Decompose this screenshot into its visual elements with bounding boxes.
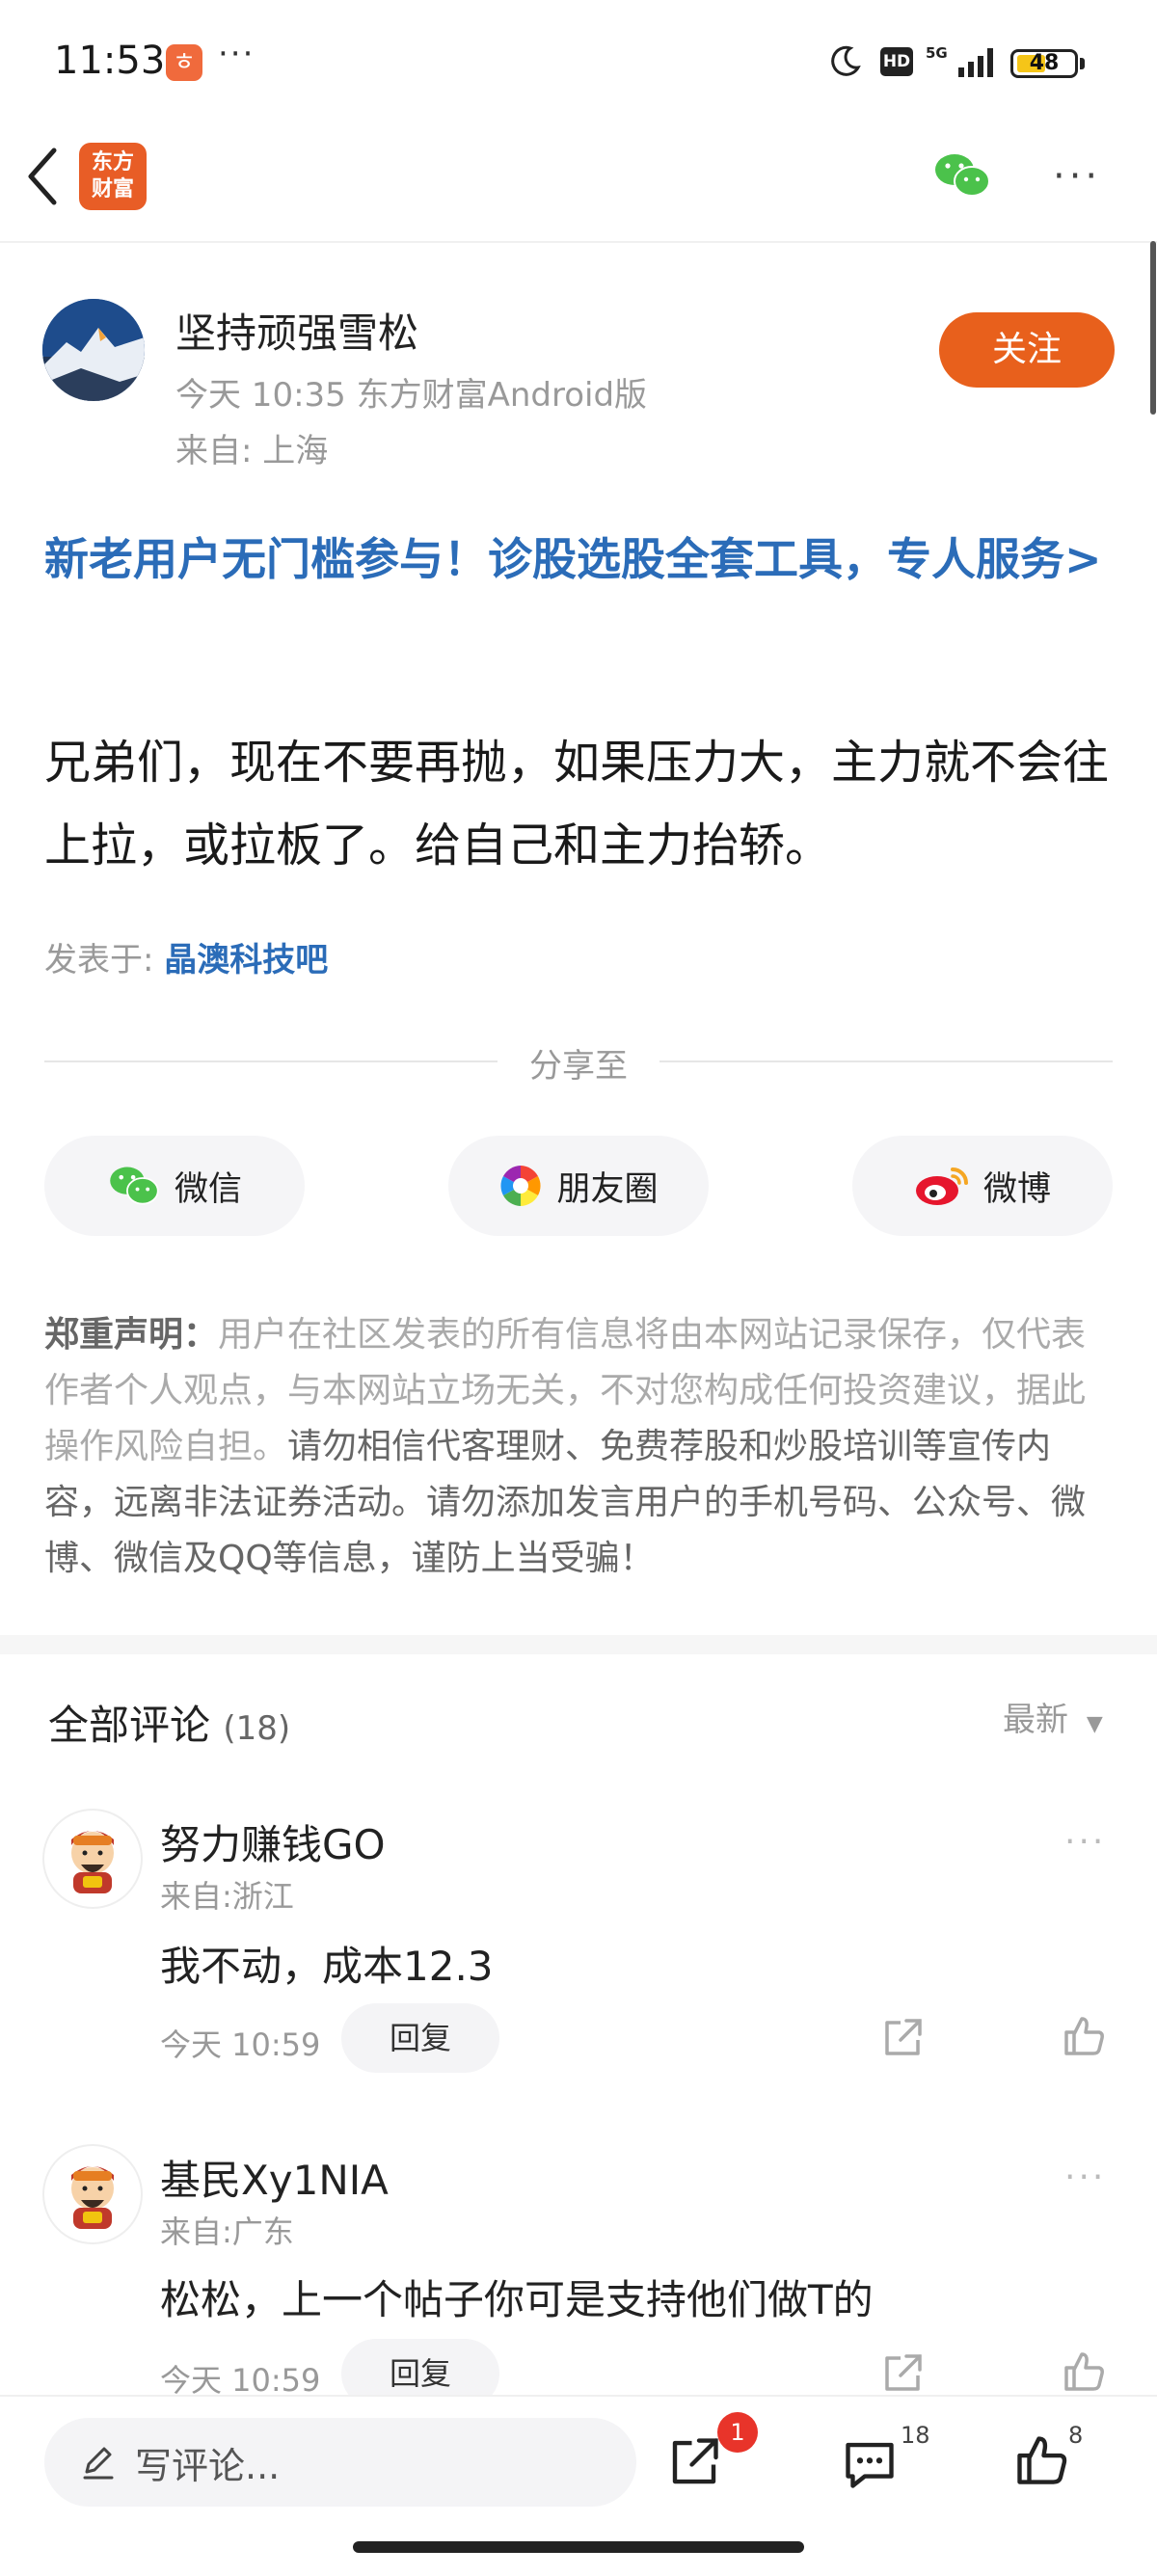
- comment-count: 18: [901, 2422, 930, 2449]
- hd-icon: HD: [880, 47, 913, 76]
- share-moments-button[interactable]: 朋友圈: [448, 1136, 709, 1236]
- share-icon[interactable]: [879, 2015, 926, 2061]
- share-weibo-label: 微博: [982, 1169, 1051, 1209]
- status-time: 11:53: [54, 39, 166, 83]
- wechat-icon: [110, 1167, 159, 1205]
- battery-tip: [1080, 58, 1085, 69]
- pencil-icon: [83, 2447, 114, 2480]
- more-notifications-icon: ···: [218, 35, 256, 73]
- comments-title: 全部评论: [48, 1702, 211, 1749]
- reply-button[interactable]: 回复: [341, 2003, 499, 2073]
- do-not-disturb-icon: [831, 45, 861, 76]
- status-bar: 11:53 ㅎ ··· HD 5G 48: [0, 0, 1157, 125]
- battery-percent: 48: [1029, 51, 1060, 75]
- moments-icon: [500, 1166, 542, 1206]
- weibo-icon: [915, 1167, 968, 1205]
- battery-icon: 48: [1010, 49, 1078, 78]
- comment-more-icon[interactable]: ···: [1064, 1822, 1106, 1862]
- more-menu-icon[interactable]: ···: [1053, 154, 1101, 199]
- post-body: 兄弟们，现在不要再抛，如果压力大，主力就不会往上拉，或拉板了。给自己和主力抬轿。: [44, 736, 1110, 872]
- divider: [0, 241, 1157, 243]
- disclaimer-lead: 郑重声明：: [44, 1315, 219, 1355]
- signal-icon: [958, 48, 993, 77]
- app-notification-icon: ㅎ: [166, 44, 202, 81]
- commenter-name[interactable]: 努力赚钱GO: [160, 1812, 386, 1871]
- logo-line2: 财富: [91, 177, 134, 201]
- share-post-icon[interactable]: [665, 2433, 723, 2491]
- comments-count: (18): [223, 1709, 291, 1748]
- comment-text: 我不动，成本12.3: [160, 1943, 494, 1990]
- post-meta: 今天 10:35 东方财富Android版: [175, 376, 648, 415]
- sort-dropdown[interactable]: 最新 ▼: [1003, 1693, 1103, 1740]
- commenter-avatar[interactable]: [42, 1809, 143, 1909]
- back-arrow-icon[interactable]: [21, 145, 64, 208]
- divider: [44, 1060, 498, 1062]
- write-comment-input[interactable]: 写评论...: [44, 2418, 636, 2507]
- promo-link[interactable]: 新老用户无门槛参与！诊股选股全套工具，专人服务>: [44, 528, 1124, 590]
- commenter-name[interactable]: 基民Xy1NIA: [160, 2148, 389, 2207]
- logo-line1: 东方: [91, 150, 134, 174]
- like-icon[interactable]: [1061, 2013, 1107, 2059]
- section-divider: [0, 1635, 1157, 1654]
- author-location: 来自: 上海: [175, 432, 329, 470]
- network-type: 5G: [926, 44, 948, 62]
- scrollbar[interactable]: [1150, 241, 1156, 415]
- disclaimer: 郑重声明：用户在社区发表的所有信息将由本网站记录保存，仅代表作者个人观点，与本网…: [44, 1307, 1117, 1587]
- like-icon[interactable]: [1061, 2348, 1107, 2395]
- comment-time: 今天 10:59: [160, 2026, 321, 2063]
- share-weibo-button[interactable]: 微博: [852, 1136, 1113, 1236]
- caret-down-icon: ▼: [1086, 1712, 1103, 1736]
- sort-label: 最新: [1003, 1701, 1068, 1739]
- home-indicator[interactable]: [353, 2541, 804, 2553]
- like-post-icon[interactable]: [1012, 2431, 1070, 2489]
- divider: [659, 1060, 1113, 1062]
- share-wechat-label: 微信: [174, 1169, 242, 1209]
- comments-header: 全部评论 (18): [48, 1693, 290, 1752]
- share-moments-label: 朋友圈: [556, 1169, 659, 1209]
- author-avatar[interactable]: [42, 299, 145, 401]
- share-icon[interactable]: [879, 2350, 926, 2397]
- author-name[interactable]: 坚持顽强雪松: [175, 301, 418, 360]
- commenter-avatar[interactable]: [42, 2144, 143, 2244]
- wechat-share-icon[interactable]: [933, 150, 991, 201]
- commenter-location: 来自:广东: [160, 2214, 294, 2250]
- share-badge: 1: [717, 2412, 758, 2453]
- comment-more-icon[interactable]: ···: [1064, 2158, 1106, 2197]
- app-logo: 东方 财富: [79, 143, 147, 210]
- commenter-location: 来自:浙江: [160, 1878, 294, 1915]
- posted-in: 发表于: 晶澳科技吧: [44, 933, 328, 980]
- stock-bar-link[interactable]: 晶澳科技吧: [164, 941, 328, 979]
- share-title: 分享至: [529, 1047, 628, 1086]
- comment-icon[interactable]: [841, 2435, 899, 2493]
- like-count: 8: [1068, 2422, 1084, 2449]
- write-comment-placeholder: 写评论...: [135, 2444, 281, 2487]
- posted-in-label: 发表于:: [44, 941, 154, 979]
- follow-button[interactable]: 关注: [939, 312, 1115, 388]
- comment-text: 松松，上一个帖子你可是支持他们做T的: [160, 2276, 874, 2323]
- share-wechat-button[interactable]: 微信: [44, 1136, 305, 1236]
